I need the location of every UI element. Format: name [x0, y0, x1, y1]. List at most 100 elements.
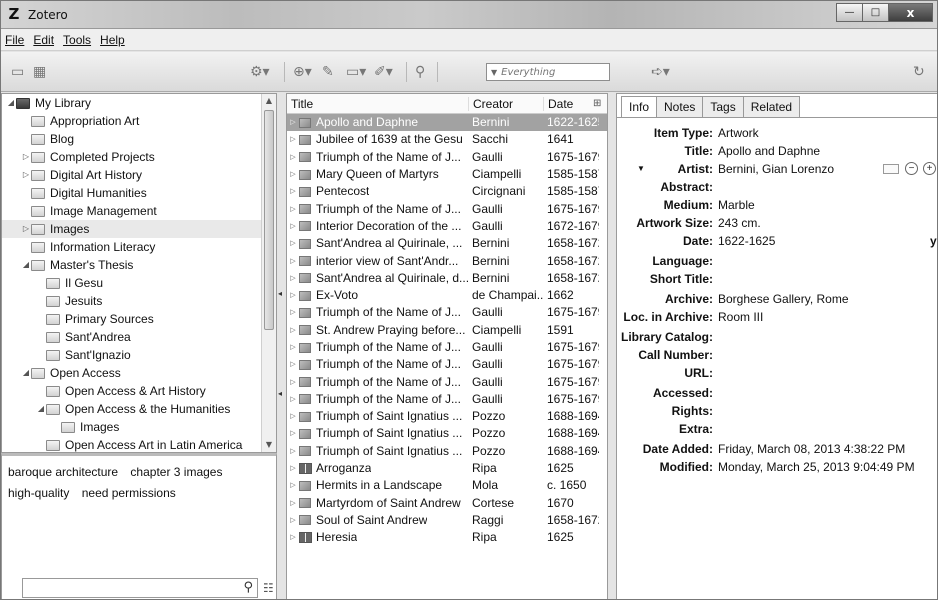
item-row[interactable]: ▷ Triumph of Saint Ignatius ... Pozzo 1688-…	[287, 443, 607, 460]
collapsed-twisty-icon[interactable]: ▷	[21, 166, 31, 184]
collapsed-twisty-icon[interactable]: ▷	[287, 512, 299, 529]
scroll-thumb[interactable]	[264, 110, 274, 330]
collection-item[interactable]: ◢ Open Access & the Humanities	[2, 400, 276, 418]
tag-filter-input[interactable]	[26, 580, 231, 596]
collection-item[interactable]: Jesuits	[2, 292, 276, 310]
menu-edit[interactable]: Edit	[33, 33, 54, 47]
tag-item[interactable]: high-quality	[8, 486, 69, 500]
collapsed-twisty-icon[interactable]: ▷	[287, 114, 299, 131]
collapsed-twisty-icon[interactable]: ▷	[287, 529, 299, 546]
scroll-down-arrow-icon[interactable]: ▼	[262, 438, 276, 452]
collapsed-twisty-icon[interactable]: ▷	[287, 270, 299, 287]
collection-item[interactable]: ▷ Completed Projects	[2, 148, 276, 166]
item-row[interactable]: ▷ Soul of Saint Andrew Raggi 1658-1672	[287, 512, 607, 529]
collection-item[interactable]: Blog	[2, 130, 276, 148]
remove-creator-icon[interactable]: −	[905, 162, 918, 175]
expanded-twisty-icon[interactable]: ◢	[6, 94, 16, 112]
field-value[interactable]: Apollo and Daphne	[718, 142, 820, 160]
collapsed-twisty-icon[interactable]: ▷	[287, 201, 299, 218]
collapsed-twisty-icon[interactable]: ▷	[287, 131, 299, 148]
item-row[interactable]: ▷ Triumph of the Name of J... Gaulli 1675-1…	[287, 304, 607, 321]
item-row[interactable]: ▷ Triumph of the Name of J... Gaulli 1675-1…	[287, 391, 607, 408]
column-header-creator[interactable]: Creator	[468, 96, 543, 111]
pane-splitter[interactable]: ◂ ◂	[277, 93, 286, 599]
tag-filter-box[interactable]: ⚲	[22, 578, 258, 598]
field-value[interactable]: Borghese Gallery, Rome	[718, 290, 849, 308]
collapsed-twisty-icon[interactable]: ▷	[287, 183, 299, 200]
item-row[interactable]: ▷ Sant'Andrea al Quirinale, ... Bernini 165…	[287, 235, 607, 252]
collection-item[interactable]: Digital Humanities	[2, 184, 276, 202]
column-header-title[interactable]: Title	[287, 97, 468, 111]
collapsed-twisty-icon[interactable]: ▷	[287, 495, 299, 512]
item-row[interactable]: ▷ Triumph of Saint Ignatius ... Pozzo 1688-…	[287, 408, 607, 425]
add-attachment-icon[interactable]: ✐▾	[374, 64, 393, 80]
menu-tools[interactable]: Tools	[63, 33, 91, 47]
locate-arrow-icon[interactable]: ➪▾	[651, 64, 670, 80]
tag-actions-menu-icon[interactable]: ☷	[263, 581, 274, 595]
item-row[interactable]: ▷ Triumph of the Name of J... Gaulli 1675-1…	[287, 339, 607, 356]
collapsed-twisty-icon[interactable]: ▷	[287, 443, 299, 460]
scroll-up-arrow-icon[interactable]: ▲	[262, 94, 276, 108]
collapse-left-arrow-icon[interactable]: ◂	[278, 289, 282, 298]
collections-scrollbar[interactable]: ▲ ▼	[261, 94, 276, 452]
collection-item[interactable]: ◢ Master's Thesis	[2, 256, 276, 274]
collection-item[interactable]: Il Gesu	[2, 274, 276, 292]
collapsed-twisty-icon[interactable]: ▷	[287, 166, 299, 183]
item-row[interactable]: ▷ Ex-Voto de Champai... 1662	[287, 287, 607, 304]
field-value[interactable]: Bernini, Gian Lorenzo	[718, 160, 834, 178]
collection-item[interactable]: Information Literacy	[2, 238, 276, 256]
maximize-button[interactable]: □	[862, 3, 889, 22]
add-by-identifier-icon[interactable]: ✎	[322, 64, 334, 80]
expanded-twisty-icon[interactable]: ◢	[36, 400, 46, 418]
new-note-icon[interactable]: ▭▾	[346, 64, 366, 80]
item-row[interactable]: ▷ Triumph of the Name of J... Gaulli 1675-1…	[287, 373, 607, 390]
actions-gear-icon[interactable]: ⚙▾	[250, 64, 270, 80]
item-row[interactable]: ▷ interior view of Sant'Andr... Bernini 165…	[287, 252, 607, 269]
field-value[interactable]: Room III	[718, 308, 763, 326]
collection-item[interactable]: Appropriation Art	[2, 112, 276, 130]
item-row[interactable]: ▷ Mary Queen of Martyrs Ciampelli 1585-1587	[287, 166, 607, 183]
minimize-button[interactable]: —	[836, 3, 863, 22]
collapsed-twisty-icon[interactable]: ▷	[287, 218, 299, 235]
tag-item[interactable]: need permissions	[82, 486, 176, 500]
tag-item[interactable]: baroque architecture	[8, 465, 118, 479]
item-row[interactable]: ▷ Triumph of the Name of J... Gaulli 1675-1…	[287, 149, 607, 166]
search-input[interactable]	[501, 66, 596, 78]
item-row[interactable]: ▷ Pentecost Circignani 1585-1587	[287, 183, 607, 200]
collapsed-twisty-icon[interactable]: ▷	[21, 148, 31, 166]
tag-item[interactable]: chapter 3 images	[130, 465, 222, 479]
item-row[interactable]: ▷ Heresia Ripa 1625	[287, 529, 607, 546]
collapsed-twisty-icon[interactable]: ▷	[287, 304, 299, 321]
item-row[interactable]: ▷ Hermits in a Landscape Mola c. 1650	[287, 477, 607, 494]
collapsed-twisty-icon[interactable]: ▷	[287, 425, 299, 442]
collection-item[interactable]: Images	[2, 418, 276, 436]
collection-item[interactable]: Sant'Ignazio	[2, 346, 276, 364]
collection-item[interactable]: Primary Sources	[2, 310, 276, 328]
add-creator-icon[interactable]: +	[923, 162, 936, 175]
collapsed-twisty-icon[interactable]: ▷	[21, 220, 31, 238]
collection-item[interactable]: Open Access & Art History	[2, 382, 276, 400]
item-row[interactable]: ▷ St. Andrew Praying before... Ciampelli 15…	[287, 322, 607, 339]
collapsed-twisty-icon[interactable]: ▷	[287, 287, 299, 304]
field-value[interactable]: Friday, March 08, 2013 4:38:22 PM	[718, 440, 905, 458]
field-value[interactable]: 243 cm.	[718, 214, 761, 232]
field-value[interactable]: Artwork	[718, 124, 759, 142]
search-mode-dropdown-icon[interactable]: ▼	[491, 68, 497, 77]
creator-expand-icon[interactable]: ▼	[637, 160, 645, 178]
field-value[interactable]: Marble	[718, 196, 755, 214]
collapsed-twisty-icon[interactable]: ▷	[287, 374, 299, 391]
expanded-twisty-icon[interactable]: ◢	[21, 256, 31, 274]
item-row[interactable]: ▷ Sant'Andrea al Quirinale, d... Bernini 16…	[287, 270, 607, 287]
new-saved-search-icon[interactable]: ▦	[33, 64, 46, 80]
collapsed-twisty-icon[interactable]: ▷	[287, 339, 299, 356]
item-row[interactable]: ▷ Triumph of the Name of J... Gaulli 1675-1…	[287, 356, 607, 373]
item-row[interactable]: ▷ Arroganza Ripa 1625	[287, 460, 607, 477]
field-value[interactable]: 1622-1625	[718, 232, 775, 250]
advanced-search-icon[interactable]: ⚲	[415, 64, 425, 80]
menu-file[interactable]: File	[5, 33, 24, 47]
tab-tags[interactable]: Tags	[702, 96, 744, 117]
collapse-left-arrow-icon[interactable]: ◂	[278, 389, 282, 398]
name-mode-switch[interactable]	[883, 164, 899, 174]
collection-item[interactable]: Sant'Andrea	[2, 328, 276, 346]
new-item-icon[interactable]: ⊕▾	[293, 64, 312, 80]
